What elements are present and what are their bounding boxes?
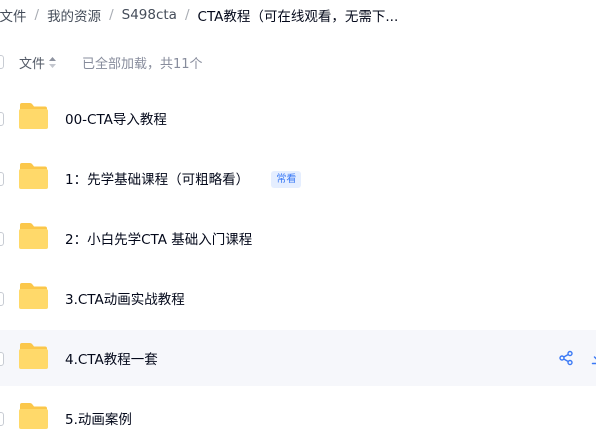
file-row-0[interactable]: 00-CTA导入教程 (0, 90, 596, 146)
file-row-3[interactable]: 3.CTA动画实战教程 (0, 270, 596, 326)
file-row-1[interactable]: 1：先学基础课程（可粗略看） 常看 (0, 150, 596, 206)
file-row-5[interactable]: 5.动画案例 (0, 390, 596, 446)
sort-icon (49, 56, 57, 68)
load-status-text: 已全部加载，共11个 (82, 56, 203, 72)
row-checkbox[interactable] (0, 172, 4, 186)
file-name: 5.动画案例 (65, 408, 132, 428)
row-checkbox[interactable] (0, 292, 4, 306)
breadcrumb-separator: / (34, 7, 40, 23)
file-name-text: 00-CTA导入教程 (65, 112, 167, 128)
file-name: 00-CTA导入教程 (65, 108, 167, 128)
name-column-label: 文件 (19, 56, 46, 72)
file-name-text: 4.CTA教程一套 (65, 352, 158, 368)
file-name-text: 1：先学基础课程（可粗略看） (65, 171, 250, 188)
file-row-4[interactable]: 4.CTA教程一套 (0, 330, 596, 386)
folder-icon (19, 403, 48, 429)
folder-icon (19, 343, 48, 369)
file-name: 4.CTA教程一套 (65, 348, 158, 368)
row-checkbox[interactable] (0, 232, 4, 246)
breadcrumb-my-resources[interactable]: 我的资源 (47, 5, 101, 25)
breadcrumb-separator: / (184, 7, 190, 23)
file-name-text: 3.CTA动画实战教程 (65, 292, 185, 308)
file-name-text: 5.动画案例 (65, 412, 132, 428)
breadcrumb: 部文件 / 我的资源 / S498cta / CTA教程（可在线观看，无需下..… (0, 4, 398, 26)
row-checkbox[interactable] (0, 112, 4, 126)
row-checkbox[interactable] (0, 352, 4, 366)
sort-by-name-button[interactable]: 文件 (19, 53, 57, 72)
folder-icon (19, 283, 48, 309)
file-name: 2：小白先学CTA 基础入门课程 (65, 228, 252, 248)
file-row-2[interactable]: 2：小白先学CTA 基础入门课程 (0, 210, 596, 266)
breadcrumb-separator: / (109, 7, 114, 23)
breadcrumb-s498cta[interactable]: S498cta (122, 7, 177, 23)
file-name: 3.CTA动画实战教程 (65, 288, 185, 308)
select-all-checkbox[interactable] (0, 55, 4, 69)
folder-icon (19, 163, 48, 189)
row-actions (558, 350, 596, 366)
breadcrumb-all-files[interactable]: 部文件 (0, 5, 27, 25)
breadcrumb-current-folder: CTA教程（可在线观看，无需下... (197, 9, 399, 25)
frequent-badge: 常看 (271, 171, 302, 189)
row-checkbox[interactable] (0, 412, 4, 426)
download-icon[interactable] (590, 350, 596, 366)
file-name-text: 2：小白先学CTA 基础入门课程 (65, 232, 253, 248)
share-icon[interactable] (558, 350, 574, 366)
file-name: 1：先学基础课程（可粗略看） 常看 (65, 168, 302, 189)
folder-icon (19, 223, 48, 249)
folder-icon (19, 103, 48, 129)
file-list-header: 文件 已全部加载，共11个 (0, 48, 596, 76)
